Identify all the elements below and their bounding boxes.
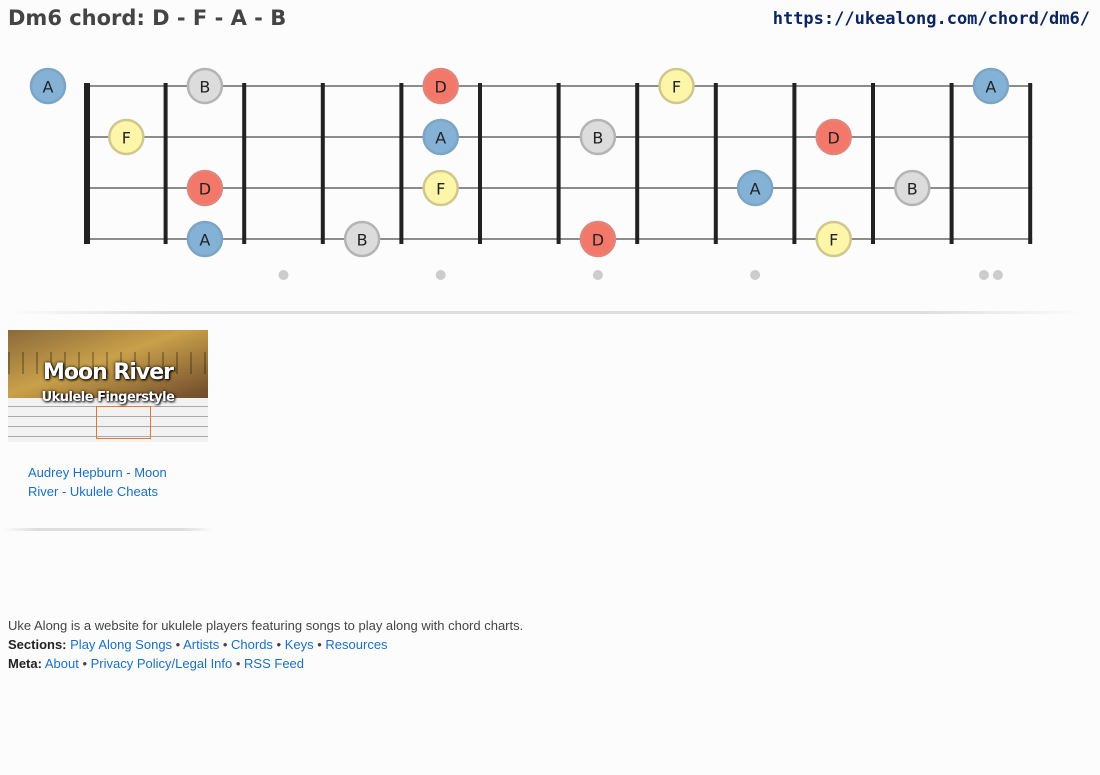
fret-marker-5	[435, 270, 446, 280]
fret-marker-7	[592, 270, 603, 280]
meta-links: About • Privacy Policy/Legal Info • RSS …	[45, 656, 304, 671]
footer-meta-link-about[interactable]: About	[45, 656, 79, 671]
footer-meta-link-rss-feed[interactable]: RSS Feed	[244, 656, 304, 671]
footer-meta: Meta: About • Privacy Policy/Legal Info …	[8, 654, 523, 673]
note-D-string2-fret10: D	[815, 118, 852, 156]
note-A-string4-fret2: A	[186, 220, 224, 258]
sections-label: Sections:	[8, 637, 67, 652]
note-B-string4-fret4: B	[343, 220, 381, 258]
note-label: B	[199, 78, 210, 97]
fret-marker-12	[992, 270, 1003, 280]
divider	[8, 311, 1082, 314]
note-D-string1-fret5: D	[422, 67, 459, 105]
note-D-string4-fret7: D	[579, 220, 617, 258]
note-label: A	[43, 78, 54, 97]
note-A-string1-fret12: A	[972, 67, 1010, 105]
note-F-string4-fret10: F	[815, 220, 852, 258]
link-separator: •	[313, 637, 326, 652]
note-label: D	[199, 180, 211, 199]
related-song-card[interactable]: Moon River Ukulele Fingerstyle Audrey He…	[8, 330, 208, 501]
footer-section-link-chords[interactable]: Chords	[231, 637, 273, 652]
footer-section-link-artists[interactable]: Artists	[183, 637, 219, 652]
note-D-string3-fret2: D	[186, 169, 224, 207]
note-A-string3-fret9: A	[736, 169, 774, 207]
note-label: A	[985, 78, 996, 97]
note-label: F	[672, 78, 681, 97]
meta-label: Meta:	[8, 656, 42, 671]
footer-section-link-resources[interactable]: Resources	[325, 637, 387, 652]
note-B-string2-fret7: B	[579, 118, 617, 156]
thumbnail-title: Moon River	[42, 360, 174, 385]
link-separator: •	[219, 637, 232, 652]
link-separator: •	[272, 637, 285, 652]
thumbnail-subtitle: Ukulele Fingerstyle	[41, 390, 175, 405]
fret-marker-3	[278, 270, 289, 280]
link-separator: •	[172, 637, 184, 652]
footer-meta-link-privacy-policy-legal-info[interactable]: Privacy Policy/Legal Info	[91, 656, 233, 671]
note-F-string3-fret5: F	[422, 169, 459, 207]
note-label: D	[828, 129, 840, 148]
note-label: B	[592, 129, 603, 148]
footer-description: Uke Along is a website for ukulele playe…	[8, 618, 524, 633]
fret-marker-12	[978, 270, 989, 280]
note-F-string2-fret1: F	[108, 118, 145, 156]
note-label: D	[435, 78, 447, 97]
note-A-string1-fret0: A	[29, 67, 67, 105]
note-label: D	[592, 231, 604, 250]
note-label: B	[357, 231, 368, 250]
footer-sections: Sections: Play Along Songs • Artists • C…	[8, 635, 523, 654]
sections-links: Play Along Songs • Artists • Chords • Ke…	[70, 637, 387, 652]
note-B-string3-fret11: B	[894, 169, 931, 207]
note-label: A	[435, 129, 446, 148]
note-A-string2-fret5: A	[422, 118, 459, 156]
page: Dm6 chord: D - F - A - B https://ukealon…	[0, 0, 1100, 775]
card-divider	[4, 528, 214, 531]
footer-section-link-keys[interactable]: Keys	[285, 637, 314, 652]
page-url: https://ukealong.com/chord/dm6/	[772, 9, 1090, 29]
note-label: B	[907, 180, 918, 199]
note-label: F	[122, 129, 131, 148]
link-separator: •	[232, 656, 245, 671]
footer-section-link-play-along-songs[interactable]: Play Along Songs	[70, 637, 172, 652]
song-thumbnail[interactable]: Moon River Ukulele Fingerstyle	[8, 330, 208, 442]
tab-highlight	[96, 406, 151, 439]
fret-marker-9	[750, 270, 761, 280]
note-label: A	[750, 180, 761, 199]
song-link[interactable]: Audrey Hepburn - Moon River - Ukulele Ch…	[28, 463, 188, 501]
site-footer: Uke Along is a website for ukulele playe…	[8, 616, 523, 673]
page-title: Dm6 chord: D - F - A - B	[8, 6, 287, 30]
note-label: F	[436, 180, 445, 199]
note-label: A	[199, 231, 210, 250]
note-label: F	[829, 231, 838, 250]
note-F-string1-fret8: F	[658, 67, 695, 105]
link-separator: •	[78, 656, 91, 671]
fretboard-diagram: A B D F A F A B D D F A B A B D F	[29, 67, 1033, 280]
note-B-string1-fret2: B	[186, 67, 224, 105]
